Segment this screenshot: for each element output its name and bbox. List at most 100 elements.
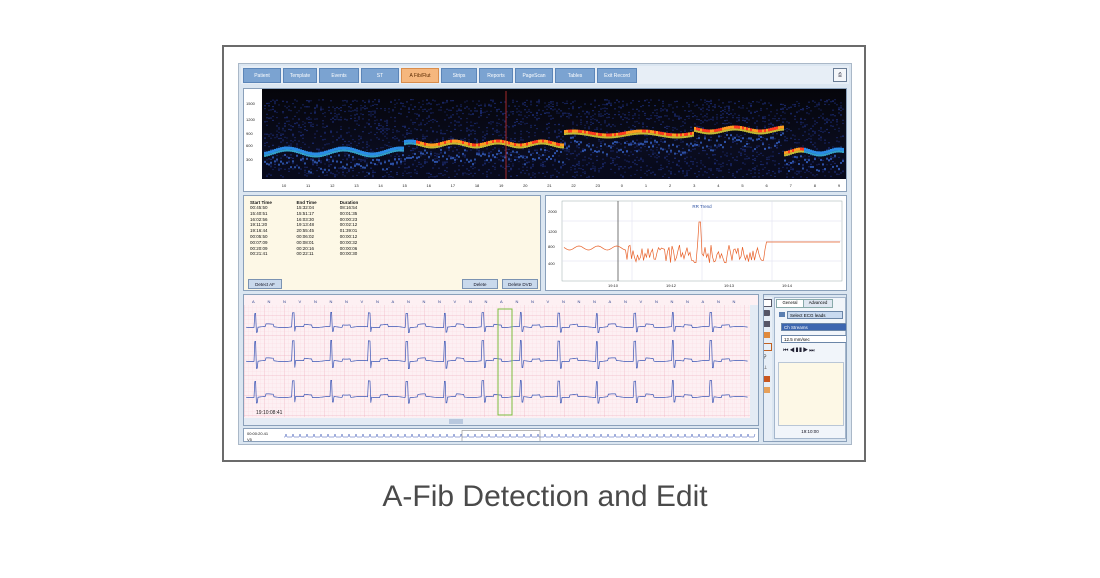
strip-trace bbox=[284, 433, 756, 438]
rr-trend-plot: RR Trend 2000 1200 800 400 19:10 19:12 1… bbox=[548, 200, 843, 288]
beat-label[interactable]: N bbox=[578, 299, 581, 304]
tab-exit-record[interactable]: Exit Record bbox=[597, 68, 637, 83]
select-ecg-leads-button[interactable]: Select ECG leads bbox=[787, 311, 843, 319]
playback-controls: ⏮◀❚❚▶⏭ bbox=[783, 348, 816, 355]
af-events-table: Start Time End Time Duration 00:45:50 15:… bbox=[243, 195, 541, 291]
beat-label[interactable]: A bbox=[500, 299, 503, 304]
note-icon[interactable] bbox=[764, 387, 770, 393]
spectrogram-xtick: 20 bbox=[523, 183, 528, 188]
lead-select[interactable]: Ch Streams bbox=[781, 323, 846, 331]
beat-label[interactable]: N bbox=[423, 299, 426, 304]
save-icon[interactable] bbox=[764, 321, 770, 327]
beat-label[interactable]: N bbox=[562, 299, 565, 304]
strip-time: 00:00:20.41 bbox=[247, 431, 269, 436]
spectrogram-xtick: 17 bbox=[451, 183, 456, 188]
tab-advanced[interactable]: Advanced bbox=[803, 299, 833, 308]
ecg-viewer[interactable]: A N N V N N N V N A N N N V N N A N N V N N N A N V N N N A N N 19:10:0… bbox=[243, 294, 759, 426]
ecg-leads-icon bbox=[779, 312, 785, 317]
print-icon[interactable]: ⎙ bbox=[833, 68, 847, 82]
spectrogram-xtick: 12 bbox=[330, 183, 335, 188]
beat-label[interactable]: N bbox=[407, 299, 410, 304]
spectrogram-xtick: 18 bbox=[475, 183, 480, 188]
delete-dvd-button[interactable]: Delete DVD bbox=[502, 279, 538, 289]
spectrogram-plot[interactable]: 15001200900600300 10 11 12 13 14 15 16 17 18 19 20… bbox=[244, 89, 846, 191]
beat-label[interactable]: N bbox=[593, 299, 596, 304]
delete-button[interactable]: Delete bbox=[462, 279, 498, 289]
beat-label[interactable]: N bbox=[624, 299, 627, 304]
heart-rate-spectrogram[interactable]: 1500 1200 900 600 300 10 11 12 13 14 15 16 17 18 19 20… bbox=[243, 88, 847, 192]
spectrogram-xtick: 19 bbox=[499, 183, 504, 188]
beat-label[interactable]: N bbox=[733, 299, 736, 304]
trend-ytick: 1200 bbox=[548, 229, 558, 234]
pause-icon[interactable]: ❚❚ bbox=[796, 348, 803, 354]
spectrogram-xtick: 13 bbox=[354, 183, 359, 188]
detect-af-button[interactable]: Detect AF bbox=[248, 279, 282, 289]
spectrogram-ytick: 600 bbox=[246, 143, 253, 148]
beat-label[interactable]: N bbox=[330, 299, 333, 304]
beat-label[interactable]: V bbox=[361, 299, 364, 304]
app-window: Patient Template Events ST A Fib/Flut St… bbox=[238, 63, 852, 445]
spectrogram-xtick: 16 bbox=[427, 183, 432, 188]
spectrogram-ytick: 1200 bbox=[246, 117, 256, 122]
tab-events[interactable]: Events bbox=[319, 68, 359, 83]
beat-label[interactable]: A bbox=[392, 299, 395, 304]
beat-label[interactable]: N bbox=[671, 299, 674, 304]
tab-template[interactable]: Template bbox=[283, 68, 317, 83]
beat-label[interactable]: N bbox=[531, 299, 534, 304]
select-tool-icon[interactable] bbox=[764, 299, 772, 307]
tab-reports[interactable]: Reports bbox=[479, 68, 513, 83]
beat-label[interactable]: V bbox=[640, 299, 643, 304]
beat-label[interactable]: N bbox=[376, 299, 379, 304]
full-disclosure-strip[interactable]: 00:00:20.41 V5 bbox=[243, 428, 759, 442]
notes-area[interactable] bbox=[778, 362, 844, 426]
beat-label[interactable]: N bbox=[485, 299, 488, 304]
skip-forward-icon[interactable]: ⏭ bbox=[809, 348, 815, 354]
ecg-control-panel: ⚲ ⊥ General Advanced Select ECG leads Ch… bbox=[763, 294, 847, 442]
spectrogram-xtick: 22 bbox=[571, 183, 576, 188]
beat-label[interactable]: N bbox=[314, 299, 317, 304]
strip-viewport[interactable] bbox=[461, 430, 541, 442]
beat-label[interactable]: N bbox=[516, 299, 519, 304]
beat-label[interactable]: N bbox=[686, 299, 689, 304]
beat-label[interactable]: V bbox=[454, 299, 457, 304]
beat-label[interactable]: A bbox=[252, 299, 255, 304]
tab-st[interactable]: ST bbox=[361, 68, 399, 83]
beat-label[interactable]: A bbox=[609, 299, 612, 304]
flag-icon[interactable] bbox=[764, 376, 770, 382]
beat-label[interactable]: N bbox=[655, 299, 658, 304]
spectrogram-ytick: 1500 bbox=[246, 101, 256, 106]
tab-tables[interactable]: Tables bbox=[555, 68, 595, 83]
beat-label[interactable]: N bbox=[283, 299, 286, 304]
beat-label[interactable]: N bbox=[438, 299, 441, 304]
spectrogram-xtick: 23 bbox=[595, 183, 600, 188]
ecg-waveform-area[interactable]: A N N V N N N V N A N N N V N N A N N V N N N A N V N N N A N N 19:10:0… bbox=[244, 295, 758, 425]
spectrogram-xtick: 21 bbox=[547, 183, 552, 188]
tab-pagescan[interactable]: PageScan bbox=[515, 68, 553, 83]
tab-general[interactable]: General bbox=[776, 299, 804, 308]
duration-cell: 00:00:30 bbox=[339, 251, 358, 257]
tab-patient[interactable]: Patient bbox=[243, 68, 281, 83]
print-icon[interactable] bbox=[764, 310, 770, 316]
ecg-scroll-thumb[interactable] bbox=[449, 419, 463, 424]
beat-label[interactable]: N bbox=[345, 299, 348, 304]
beat-label[interactable]: N bbox=[268, 299, 271, 304]
tab-strips[interactable]: Strips bbox=[441, 68, 477, 83]
pencil-icon[interactable] bbox=[764, 332, 770, 338]
ecg-vertical-scrollbar[interactable] bbox=[750, 305, 758, 418]
zoom-icon[interactable]: ⚲ bbox=[764, 354, 770, 360]
caliper-icon[interactable] bbox=[764, 343, 772, 351]
beat-label[interactable]: A bbox=[702, 299, 705, 304]
tab-afib-flut[interactable]: A Fib/Flut bbox=[401, 68, 439, 83]
beat-label[interactable]: N bbox=[717, 299, 720, 304]
speed-select[interactable]: 12.5 mm/sec bbox=[781, 335, 846, 343]
screenshot-frame: Patient Template Events ST A Fib/Flut St… bbox=[222, 45, 866, 462]
beat-label[interactable]: V bbox=[547, 299, 550, 304]
events-table: Start Time End Time Duration 00:45:50 15:… bbox=[248, 199, 378, 257]
table-row[interactable]: 00:21:41 00:22:11 00:00:30 bbox=[248, 251, 378, 257]
trend-title: RR Trend bbox=[692, 204, 712, 209]
beat-label[interactable]: N bbox=[469, 299, 472, 304]
measure-icon[interactable]: ⊥ bbox=[764, 365, 770, 371]
beat-label[interactable]: V bbox=[299, 299, 302, 304]
figure-caption: A-Fib Detection and Edit bbox=[382, 480, 708, 513]
trend-xtick: 19:12 bbox=[666, 283, 677, 288]
